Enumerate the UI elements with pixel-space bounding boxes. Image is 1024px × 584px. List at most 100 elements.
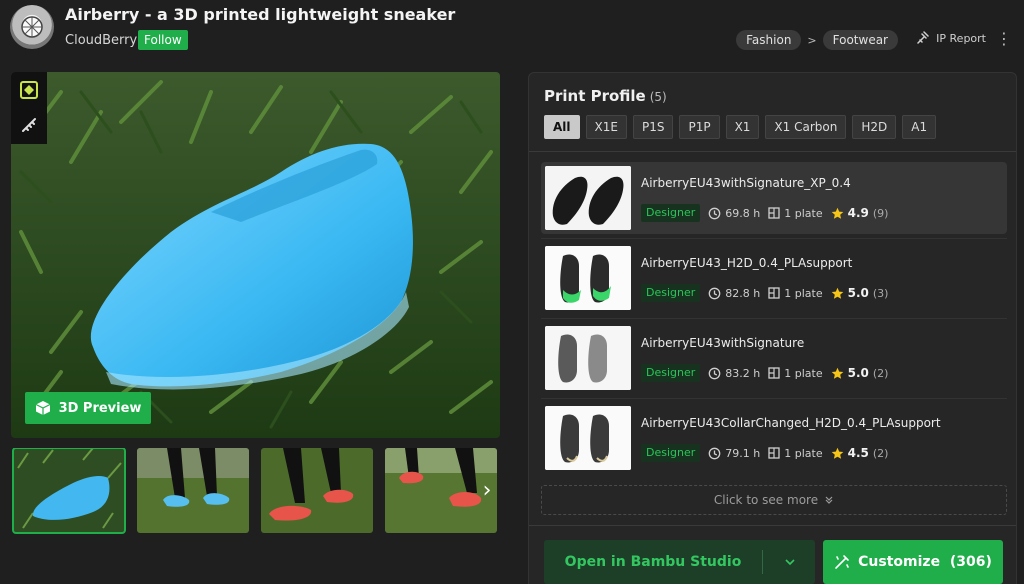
print-time: 69.8 h	[725, 206, 761, 220]
divider	[529, 151, 1016, 152]
profile-thumbnail	[545, 406, 631, 470]
ip-report-label: IP Report	[936, 31, 986, 45]
profile-meta: Designer 83.2 h 1 plate 5.0 (2)	[641, 364, 888, 382]
clock-icon	[708, 367, 721, 379]
filter-x1e[interactable]: X1E	[585, 115, 627, 139]
profile-item[interactable]: AirberryEU43_H2D_0.4_PLAsupport Designer…	[541, 242, 1007, 314]
button-divider	[762, 550, 763, 574]
model-title: Airberry - a 3D printed lightweight snea…	[65, 5, 456, 24]
print-time: 83.2 h	[725, 366, 761, 380]
profile-name: AirberryEU43CollarChanged_H2D_0.4_PLAsup…	[641, 416, 941, 430]
profile-name: AirberryEU43withSignature_XP_0.4	[641, 176, 851, 190]
thumbnail-2[interactable]	[137, 448, 249, 533]
cloudberry-logo-icon	[21, 16, 43, 38]
print-time: 79.1 h	[725, 446, 761, 460]
gavel-icon	[917, 31, 929, 44]
designer-badge: Designer	[641, 204, 701, 222]
star-icon	[831, 367, 843, 379]
cube-icon	[35, 401, 50, 415]
breadcrumb-separator: >	[807, 33, 817, 47]
open-in-bambu-studio-label: Open in Bambu Studio	[564, 554, 742, 570]
chevrons-down-icon	[825, 496, 833, 504]
plate-count: 1 plate	[784, 286, 823, 300]
profile-name: AirberryEU43withSignature	[641, 336, 805, 350]
see-more-button[interactable]: Click to see more	[541, 485, 1007, 515]
thumbnail-3[interactable]	[261, 448, 373, 533]
profile-thumbnail	[545, 166, 631, 230]
rating-value: 4.5	[847, 446, 869, 460]
plate-count: 1 plate	[784, 446, 823, 460]
chevron-down-icon[interactable]	[780, 552, 800, 576]
rating-value: 4.9	[847, 206, 869, 220]
star-icon	[831, 287, 843, 299]
rating-count: (2)	[872, 446, 889, 460]
3d-preview-label: 3D Preview	[58, 400, 142, 416]
ruler-icon[interactable]	[20, 116, 38, 134]
open-in-bambu-studio-button[interactable]: Open in Bambu Studio	[544, 540, 815, 584]
rating-value: 5.0	[847, 286, 869, 300]
image-tool-strip	[11, 72, 47, 144]
breadcrumb-fashion[interactable]: Fashion	[736, 30, 802, 50]
row-divider	[541, 398, 1007, 399]
author-avatar[interactable]	[10, 5, 54, 49]
profile-item[interactable]: AirberryEU43withSignature Designer 83.2 …	[541, 322, 1007, 394]
filter-h2d[interactable]: H2D	[852, 115, 897, 139]
magic-wand-icon	[835, 555, 849, 569]
printer-filter-tabs: All X1E P1S P1P X1 X1 Carbon H2D A1	[544, 115, 937, 139]
filter-p1s[interactable]: P1S	[632, 115, 674, 139]
profile-meta: Designer 69.8 h 1 plate 4.9 (9)	[641, 204, 888, 222]
breadcrumb: Fashion > Footwear	[736, 30, 898, 50]
clock-icon	[708, 287, 721, 299]
clock-icon	[708, 447, 721, 459]
plate-count: 1 plate	[784, 366, 823, 380]
divider	[529, 525, 1016, 526]
rating-count: (3)	[872, 286, 889, 300]
designer-badge: Designer	[641, 364, 701, 382]
follow-button[interactable]: Follow	[138, 30, 188, 50]
customize-label: Customize (306)	[858, 554, 992, 570]
print-profile-title: Print Profile (5)	[544, 87, 667, 105]
profile-thumbnail	[545, 326, 631, 390]
customize-button[interactable]: Customize (306)	[823, 540, 1003, 584]
profile-meta: Designer 79.1 h 1 plate 4.5 (2)	[641, 444, 888, 462]
see-more-label: Click to see more	[713, 493, 819, 507]
rating-count: (9)	[872, 206, 889, 220]
more-vertical-icon[interactable]: ⋮	[996, 30, 1012, 48]
print-profile-count: (5)	[649, 90, 667, 104]
filter-x1-carbon[interactable]: X1 Carbon	[765, 115, 847, 139]
plate-count: 1 plate	[784, 206, 823, 220]
ip-report-link[interactable]: IP Report	[916, 31, 986, 45]
filter-all[interactable]: All	[544, 115, 580, 139]
row-divider	[541, 318, 1007, 319]
profile-name: AirberryEU43_H2D_0.4_PLAsupport	[641, 256, 853, 270]
plate-icon	[768, 367, 780, 379]
chevron-right-icon[interactable]: ›	[475, 477, 499, 507]
main-product-image[interactable]	[11, 72, 500, 438]
filter-a1[interactable]: A1	[902, 115, 937, 139]
3d-preview-button[interactable]: 3D Preview	[25, 392, 151, 424]
plate-icon	[768, 447, 780, 459]
print-time: 82.8 h	[725, 286, 761, 300]
designer-badge: Designer	[641, 444, 701, 462]
model-preview-icon[interactable]	[20, 81, 38, 99]
rating-count: (2)	[872, 366, 889, 380]
author-name[interactable]: CloudBerry	[65, 33, 137, 48]
star-icon	[831, 447, 843, 459]
filter-x1[interactable]: X1	[725, 115, 760, 139]
filter-p1p[interactable]: P1P	[679, 115, 720, 139]
plate-icon	[768, 207, 780, 219]
print-profile-panel: Print Profile (5) All X1E P1S P1P X1 X1 C…	[528, 72, 1017, 584]
profile-item[interactable]: AirberryEU43CollarChanged_H2D_0.4_PLAsup…	[541, 402, 1007, 474]
designer-badge: Designer	[641, 284, 701, 302]
row-divider	[541, 238, 1007, 239]
profile-meta: Designer 82.8 h 1 plate 5.0 (3)	[641, 284, 888, 302]
rating-value: 5.0	[847, 366, 869, 380]
plate-icon	[768, 287, 780, 299]
star-icon	[831, 207, 843, 219]
profile-thumbnail	[545, 246, 631, 310]
thumbnail-1[interactable]	[12, 448, 126, 534]
profile-item[interactable]: AirberryEU43withSignature_XP_0.4 Designe…	[541, 162, 1007, 234]
thumbnail-strip: ›	[11, 448, 500, 536]
breadcrumb-footwear[interactable]: Footwear	[822, 30, 898, 50]
print-profile-title-text: Print Profile	[544, 87, 646, 105]
